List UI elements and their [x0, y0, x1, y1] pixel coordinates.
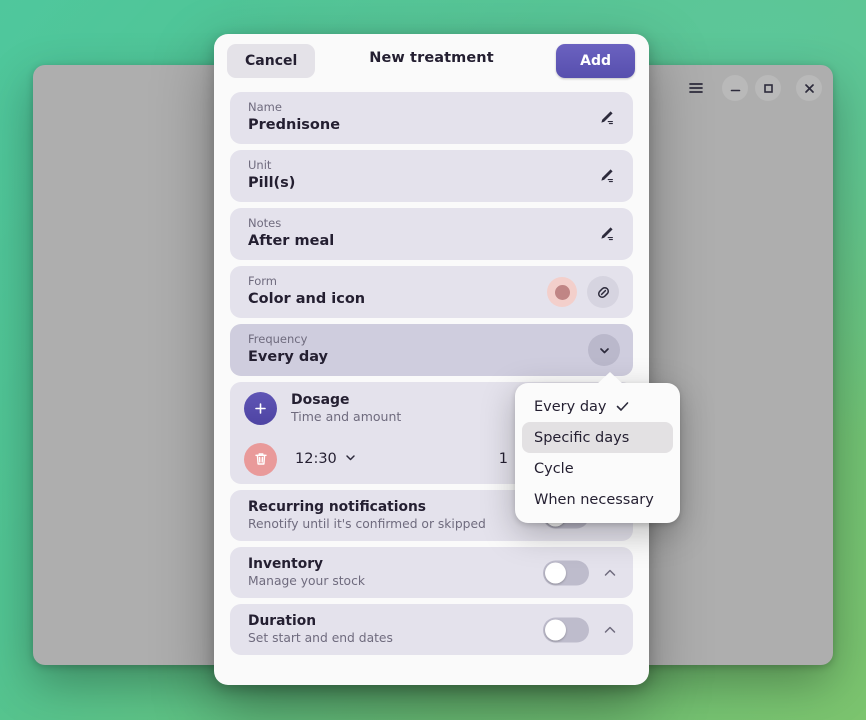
dosage-texts: Dosage Time and amount	[291, 391, 401, 425]
field-label: Name	[248, 100, 282, 114]
expander-subtitle: Manage your stock	[248, 574, 365, 588]
toggle-knob	[545, 562, 566, 583]
expander-title: Recurring notifications	[248, 499, 426, 515]
chevron-down-icon	[344, 451, 357, 468]
pencil-edit-icon[interactable]	[597, 167, 615, 185]
maximize-icon[interactable]	[755, 75, 781, 101]
expander-subtitle: Set start and end dates	[248, 631, 393, 645]
pencil-edit-icon[interactable]	[597, 109, 615, 127]
field-row-notes[interactable]: Notes After meal	[230, 208, 633, 260]
field-value: Color and icon	[248, 291, 366, 307]
dosage-amount-value: 1	[498, 451, 508, 467]
field-value: After meal	[248, 233, 335, 249]
menu-item-label: Every day	[534, 398, 607, 415]
pill-capsule-icon[interactable]	[587, 276, 619, 308]
menu-item-label: Cycle	[534, 460, 574, 477]
field-row-name[interactable]: Name Prednisone	[230, 92, 633, 144]
dosage-time-button[interactable]: 12:30	[295, 451, 357, 468]
menu-item-when-necessary[interactable]: When necessary	[522, 484, 673, 515]
field-value: Prednisone	[248, 117, 341, 133]
menu-item-label: When necessary	[534, 491, 654, 508]
field-label: Notes	[248, 216, 282, 230]
plus-icon[interactable]	[244, 391, 277, 425]
popover-tail	[597, 372, 623, 384]
field-label: Frequency	[248, 332, 308, 346]
field-label: Form	[248, 274, 277, 288]
expander-row-inventory[interactable]: Inventory Manage your stock	[230, 547, 633, 598]
field-value: Pill(s)	[248, 175, 296, 191]
hamburger-menu-icon[interactable]	[683, 75, 709, 101]
field-row-frequency[interactable]: Frequency Every day	[230, 324, 633, 376]
add-button[interactable]: Add	[556, 44, 635, 78]
menu-item-cycle[interactable]: Cycle	[522, 453, 673, 484]
toggle-switch[interactable]	[543, 560, 589, 585]
minimize-icon[interactable]	[722, 75, 748, 101]
chevron-down-icon[interactable]	[588, 334, 620, 366]
checkmark-icon	[615, 399, 630, 414]
field-row-unit[interactable]: Unit Pill(s)	[230, 150, 633, 202]
close-icon[interactable]	[796, 75, 822, 101]
chevron-up-icon[interactable]	[601, 621, 619, 639]
new-treatment-dialog: Cancel New treatment Add Name Prednisone…	[214, 34, 649, 685]
expander-row-duration[interactable]: Duration Set start and end dates	[230, 604, 633, 655]
field-value: Every day	[248, 349, 329, 365]
trash-icon[interactable]	[244, 442, 277, 476]
expander-title: Inventory	[248, 556, 324, 572]
pencil-edit-icon[interactable]	[597, 225, 615, 243]
field-row-form[interactable]: Form Color and icon	[230, 266, 633, 318]
field-label: Unit	[248, 158, 272, 172]
toggle-switch[interactable]	[543, 617, 589, 642]
color-swatch-button[interactable]	[547, 277, 577, 307]
frequency-dropdown-menu: Every day Specific days Cycle When neces…	[515, 383, 680, 523]
dosage-title: Dosage	[291, 392, 350, 408]
menu-item-specific-days[interactable]: Specific days	[522, 422, 673, 453]
menu-item-every-day[interactable]: Every day	[522, 391, 673, 422]
chevron-up-icon[interactable]	[601, 564, 619, 582]
dosage-time-label: 12:30	[295, 451, 337, 467]
dosage-subtitle: Time and amount	[291, 409, 402, 424]
menu-item-label: Specific days	[534, 429, 630, 446]
expander-title: Duration	[248, 613, 317, 629]
dialog-header: Cancel New treatment Add	[214, 34, 649, 86]
expander-subtitle: Renotify until it's confirmed or skipped	[248, 517, 486, 531]
toggle-knob	[545, 619, 566, 640]
color-swatch-inner	[554, 284, 570, 300]
